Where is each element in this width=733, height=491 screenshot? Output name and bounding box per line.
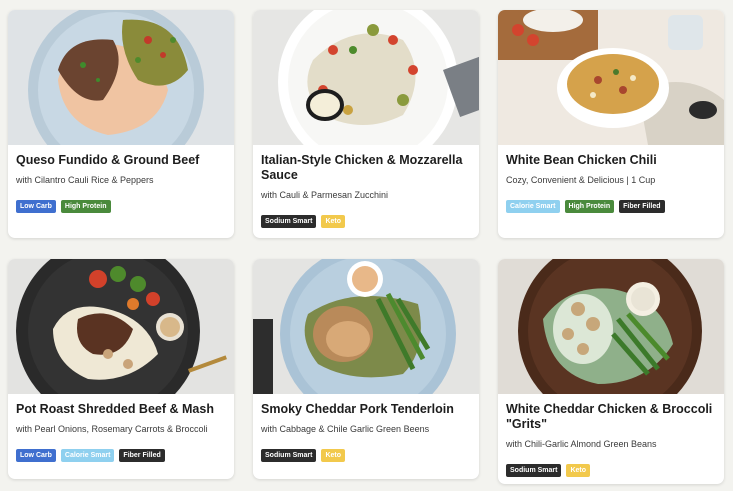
- diet-tag: Fiber Filled: [119, 449, 165, 462]
- meal-card[interactable]: White Bean Chicken Chili Cozy, Convenien…: [498, 10, 724, 238]
- meal-photo[interactable]: [498, 10, 724, 145]
- meal-photo[interactable]: [498, 259, 724, 394]
- diet-tag: Keto: [566, 464, 591, 477]
- diet-tag: Sodium Smart: [506, 464, 562, 477]
- meal-photo-beef-queso: [8, 10, 234, 145]
- meal-title[interactable]: Queso Fundido & Ground Beef: [16, 153, 226, 168]
- meal-tags: Sodium Smart Keto: [261, 215, 471, 228]
- meal-photo-chili-bowl: [498, 10, 724, 145]
- meal-tags: Low Carb High Protein: [16, 200, 226, 213]
- meal-tags: Sodium Smart Keto: [261, 449, 471, 462]
- meal-photo-chicken-veg: [253, 10, 479, 145]
- meal-subtitle: with Cabbage & Chile Garlic Green Beens: [261, 424, 430, 434]
- diet-tag: Calorie Smart: [506, 200, 560, 213]
- diet-tag: Low Carb: [16, 200, 56, 213]
- meal-photo[interactable]: [8, 10, 234, 145]
- meal-tags: Sodium Smart Keto: [506, 464, 716, 477]
- meal-card[interactable]: White Cheddar Chicken & Broccoli "Grits"…: [498, 259, 724, 484]
- diet-tag: Calorie Smart: [60, 449, 115, 462]
- meal-photo[interactable]: [253, 10, 479, 145]
- meal-photo[interactable]: [8, 259, 234, 394]
- meal-subtitle: with Pearl Onions, Rosemary Carrots & Br…: [16, 424, 208, 434]
- meal-subtitle: Cozy, Convenient & Delicious | 1 Cup: [506, 175, 656, 185]
- meal-card[interactable]: Pot Roast Shredded Beef & Mash with Pear…: [8, 259, 234, 479]
- meal-card[interactable]: Smoky Cheddar Pork Tenderloin with Cabba…: [253, 259, 479, 479]
- meal-title[interactable]: White Bean Chicken Chili: [506, 153, 716, 168]
- meal-card[interactable]: Italian-Style Chicken & Mozzarella Sauce…: [253, 10, 479, 238]
- meal-photo-pork-greenbean: [253, 259, 479, 394]
- meal-title[interactable]: White Cheddar Chicken & Broccoli "Grits": [506, 402, 716, 432]
- meal-title[interactable]: Pot Roast Shredded Beef & Mash: [16, 402, 226, 417]
- meal-photo-pot-roast: [8, 259, 234, 394]
- meal-subtitle: with Chili-Garlic Almond Green Beans: [506, 439, 657, 449]
- meal-subtitle: with Cilantro Cauli Rice & Peppers: [16, 175, 154, 185]
- diet-tag: Sodium Smart: [261, 215, 317, 228]
- diet-tag: Keto: [321, 215, 346, 228]
- diet-tag: High Protein: [564, 200, 615, 213]
- diet-tag: Sodium Smart: [261, 449, 317, 462]
- meal-subtitle: with Cauli & Parmesan Zucchini: [261, 190, 389, 200]
- meal-title[interactable]: Italian-Style Chicken & Mozzarella Sauce: [261, 153, 471, 183]
- diet-tag: High Protein: [60, 200, 111, 213]
- meal-card[interactable]: Queso Fundido & Ground Beef with Cilantr…: [8, 10, 234, 238]
- meal-photo-chicken-grits: [498, 259, 724, 394]
- meal-tags: Low Carb Calorie Smart Fiber Filled: [16, 449, 226, 462]
- diet-tag: Keto: [321, 449, 346, 462]
- meal-photo[interactable]: [253, 259, 479, 394]
- diet-tag: Fiber Filled: [619, 200, 665, 213]
- diet-tag: Low Carb: [16, 449, 56, 462]
- meal-title[interactable]: Smoky Cheddar Pork Tenderloin: [261, 402, 471, 417]
- meal-tags: Calorie Smart High Protein Fiber Filled: [506, 200, 716, 213]
